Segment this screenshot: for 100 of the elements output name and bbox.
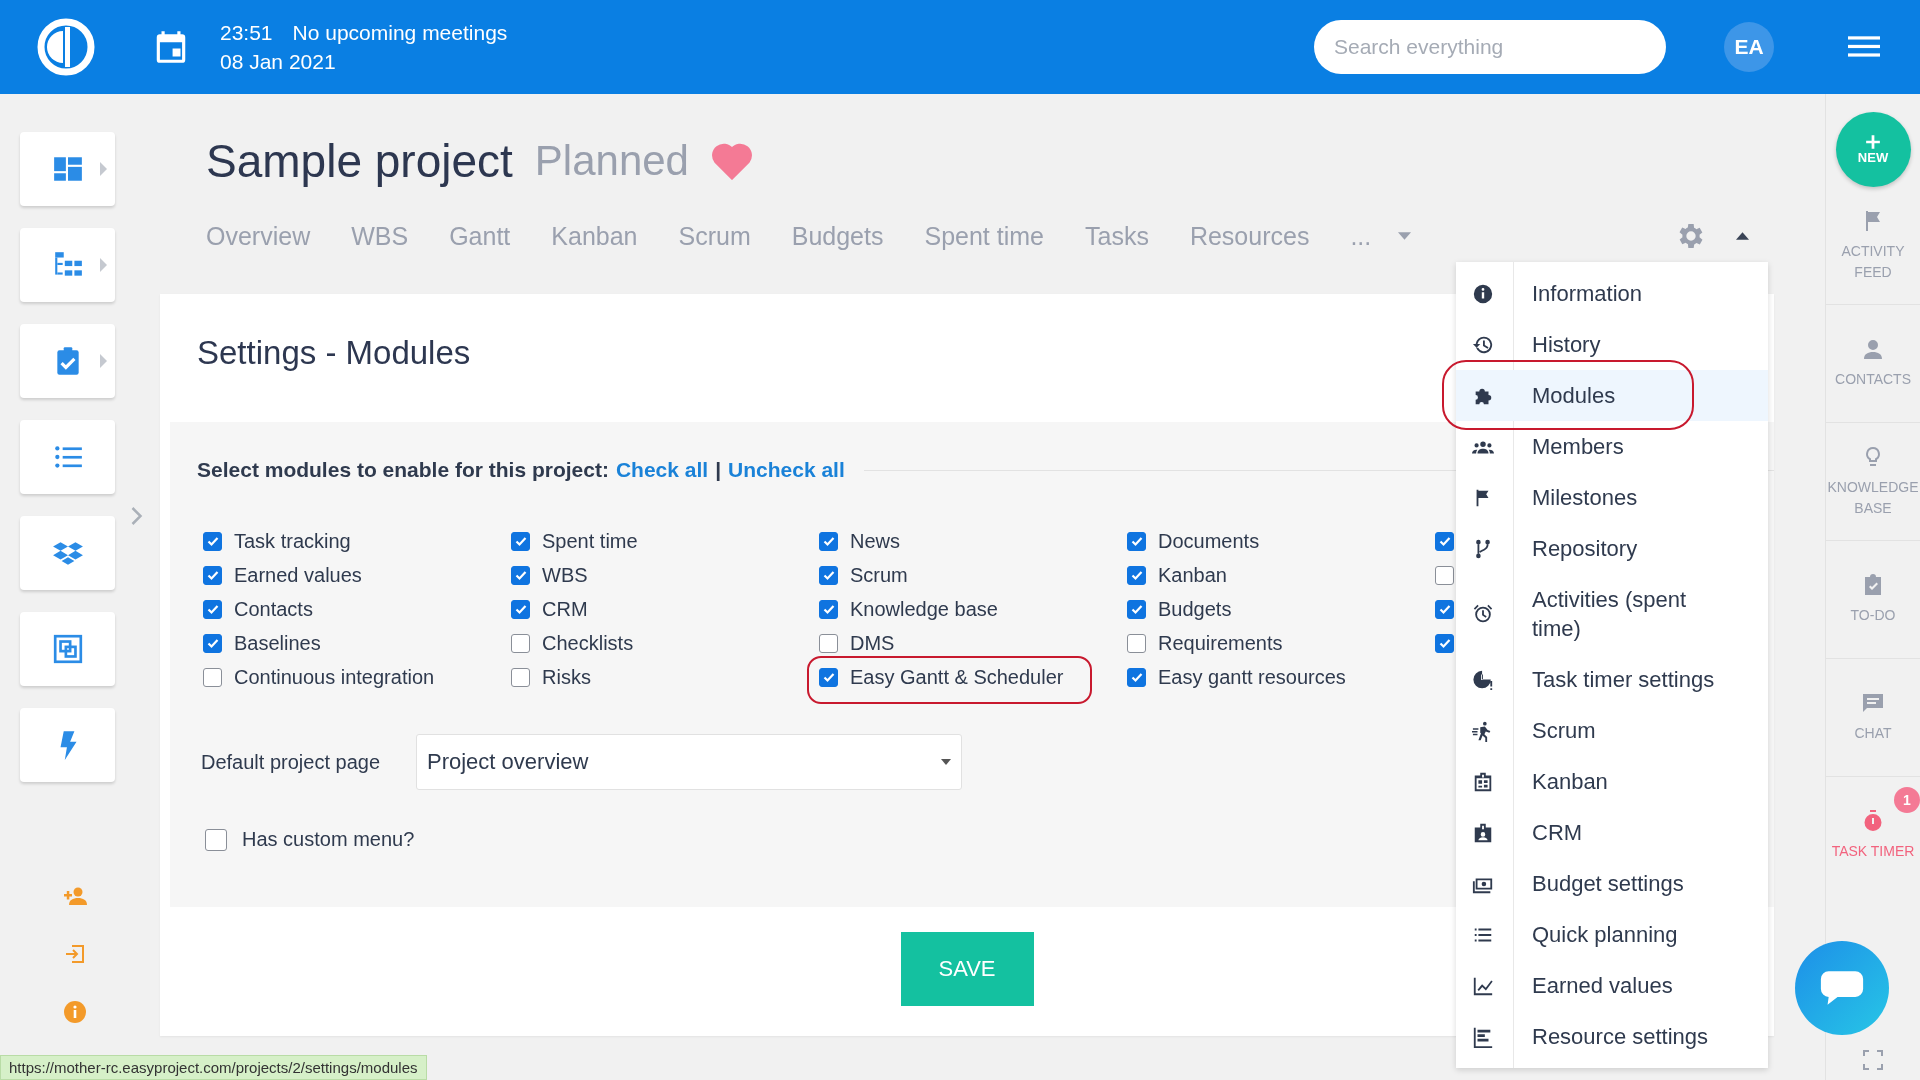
project-title: Sample project bbox=[206, 134, 513, 188]
module-checkbox[interactable] bbox=[1127, 633, 1146, 653]
sidebar-tile[interactable] bbox=[20, 132, 115, 206]
sidebar-link[interactable]: TASK TIMER 1 bbox=[1826, 777, 1920, 894]
menu-item-label: CRM bbox=[1532, 819, 1583, 847]
module-checkbox[interactable] bbox=[511, 599, 530, 619]
modules-prompt: Select modules to enable for this project: bbox=[197, 458, 609, 482]
settings-menu-item[interactable]: Kanban bbox=[1456, 756, 1768, 807]
search-field[interactable]: Search everything bbox=[1314, 20, 1666, 74]
module-checkbox[interactable] bbox=[203, 667, 222, 687]
module-label: Easy gantt resources bbox=[1158, 665, 1346, 689]
settings-menu-item[interactable]: Earned values bbox=[1456, 960, 1768, 1011]
check-icon bbox=[205, 568, 220, 582]
settings-menu-item[interactable]: CRM bbox=[1456, 807, 1768, 858]
settings-menu-item[interactable]: Members bbox=[1456, 421, 1768, 472]
module-checkbox[interactable] bbox=[1127, 667, 1146, 687]
check-icon bbox=[1437, 636, 1452, 650]
project-tab[interactable]: ... bbox=[1350, 221, 1372, 251]
custom-menu-checkbox[interactable] bbox=[205, 828, 227, 851]
info-icon[interactable] bbox=[62, 1000, 88, 1024]
module-checkbox[interactable] bbox=[1435, 599, 1454, 619]
module-checkbox[interactable] bbox=[819, 531, 838, 551]
module-label: Easy Gantt & Scheduler bbox=[850, 665, 1064, 689]
sidebar-link[interactable]: ACTIVITY FEED bbox=[1826, 187, 1920, 305]
settings-menu-item[interactable]: Repository bbox=[1456, 523, 1768, 574]
sidebar-tile[interactable] bbox=[20, 420, 115, 494]
heart-icon[interactable] bbox=[710, 142, 753, 180]
check-icon bbox=[821, 602, 836, 616]
menu-item-label: Milestones bbox=[1532, 484, 1638, 512]
module-label: News bbox=[850, 529, 900, 553]
menu-item-label: Modules bbox=[1532, 382, 1616, 410]
module-label: Knowledge base bbox=[850, 597, 998, 621]
user-avatar[interactable]: EA bbox=[1724, 22, 1774, 72]
menu-item-label: Kanban bbox=[1532, 768, 1608, 796]
sidebar-link[interactable]: CHAT bbox=[1826, 659, 1920, 777]
module-checkbox[interactable] bbox=[203, 599, 222, 619]
module-checkbox[interactable] bbox=[1435, 531, 1454, 551]
settings-menu-item[interactable]: Milestones bbox=[1456, 472, 1768, 523]
caret-up-icon[interactable] bbox=[1736, 232, 1749, 240]
check-icon bbox=[1129, 534, 1144, 548]
settings-menu-item[interactable]: Activities (spent time) bbox=[1456, 574, 1768, 654]
sidebar-link[interactable]: TO-DO bbox=[1826, 541, 1920, 659]
module-checkbox[interactable] bbox=[1435, 633, 1454, 653]
module-checkbox[interactable] bbox=[203, 531, 222, 551]
project-tab[interactable]: Budgets bbox=[791, 221, 884, 251]
project-tab[interactable]: Resources bbox=[1189, 221, 1310, 251]
module-checkbox[interactable] bbox=[1435, 565, 1454, 585]
module-checkbox[interactable] bbox=[511, 531, 530, 551]
settings-menu-item[interactable]: Scrum bbox=[1456, 705, 1768, 756]
module-checkbox[interactable] bbox=[819, 633, 838, 653]
module-checkbox[interactable] bbox=[1127, 565, 1146, 585]
settings-menu-item[interactable]: Modules bbox=[1456, 370, 1768, 421]
project-tab[interactable]: Scrum bbox=[678, 221, 751, 251]
module-checkbox[interactable] bbox=[819, 599, 838, 619]
module-checkbox[interactable] bbox=[203, 633, 222, 653]
save-button[interactable]: SAVE bbox=[900, 932, 1034, 1006]
module-label: Checklists bbox=[542, 631, 634, 655]
uncheck-all-link[interactable]: Uncheck all bbox=[728, 458, 845, 482]
module-checkbox[interactable] bbox=[511, 633, 530, 653]
project-tab[interactable]: WBS bbox=[351, 221, 409, 251]
plus-icon bbox=[1865, 134, 1881, 150]
sidebar-link[interactable]: CONTACTS bbox=[1826, 305, 1920, 423]
check-all-link[interactable]: Check all bbox=[615, 458, 709, 482]
project-tab[interactable]: Overview bbox=[206, 221, 311, 251]
sidebar-tile[interactable] bbox=[20, 516, 115, 590]
settings-menu-item[interactable]: Quick planning bbox=[1456, 909, 1768, 960]
project-tab[interactable]: Spent time bbox=[924, 221, 1044, 251]
default-page-select[interactable]: Project overview bbox=[416, 734, 962, 790]
menu-icon[interactable] bbox=[1848, 34, 1880, 60]
module-checkbox[interactable] bbox=[511, 667, 530, 687]
project-tab[interactable]: Tasks bbox=[1085, 221, 1149, 251]
check-icon bbox=[1129, 670, 1144, 684]
caret-down-icon[interactable] bbox=[1398, 232, 1412, 240]
module-label: Contacts bbox=[234, 597, 313, 621]
project-tab[interactable]: Kanban bbox=[551, 221, 638, 251]
settings-title: Settings - Modules bbox=[197, 333, 471, 373]
default-page-label: Default project page bbox=[200, 750, 381, 774]
module-checkbox[interactable] bbox=[819, 565, 838, 585]
module-checkbox[interactable] bbox=[1127, 531, 1146, 551]
sidebar-tile[interactable] bbox=[20, 324, 115, 398]
settings-menu-item[interactable]: Budget settings bbox=[1456, 858, 1768, 909]
new-button[interactable]: NEW bbox=[1835, 112, 1911, 187]
module-checkbox[interactable] bbox=[511, 565, 530, 585]
chevron-right-icon[interactable] bbox=[130, 506, 143, 526]
logo-icon[interactable] bbox=[36, 17, 96, 77]
fullscreen-icon[interactable] bbox=[1863, 1050, 1883, 1070]
module-checkbox[interactable] bbox=[203, 565, 222, 585]
settings-menu-item[interactable]: Information bbox=[1456, 268, 1768, 319]
sidebar-tile[interactable] bbox=[20, 228, 115, 302]
settings-menu-item[interactable]: History bbox=[1456, 319, 1768, 370]
settings-menu-item[interactable]: Resource settings bbox=[1456, 1011, 1768, 1062]
sidebar-link-label: KNOWLEDGE BASE bbox=[1826, 477, 1920, 518]
settings-menu-item[interactable]: Task timer settings bbox=[1456, 654, 1768, 705]
module-checkbox[interactable] bbox=[1127, 599, 1146, 619]
module-checkbox[interactable] bbox=[819, 667, 838, 687]
sidebar-tile[interactable] bbox=[20, 612, 115, 686]
check-icon bbox=[821, 670, 836, 684]
sidebar-tile[interactable] bbox=[20, 708, 115, 782]
sidebar-link[interactable]: KNOWLEDGE BASE bbox=[1826, 423, 1920, 541]
project-tab[interactable]: Gantt bbox=[449, 221, 511, 251]
